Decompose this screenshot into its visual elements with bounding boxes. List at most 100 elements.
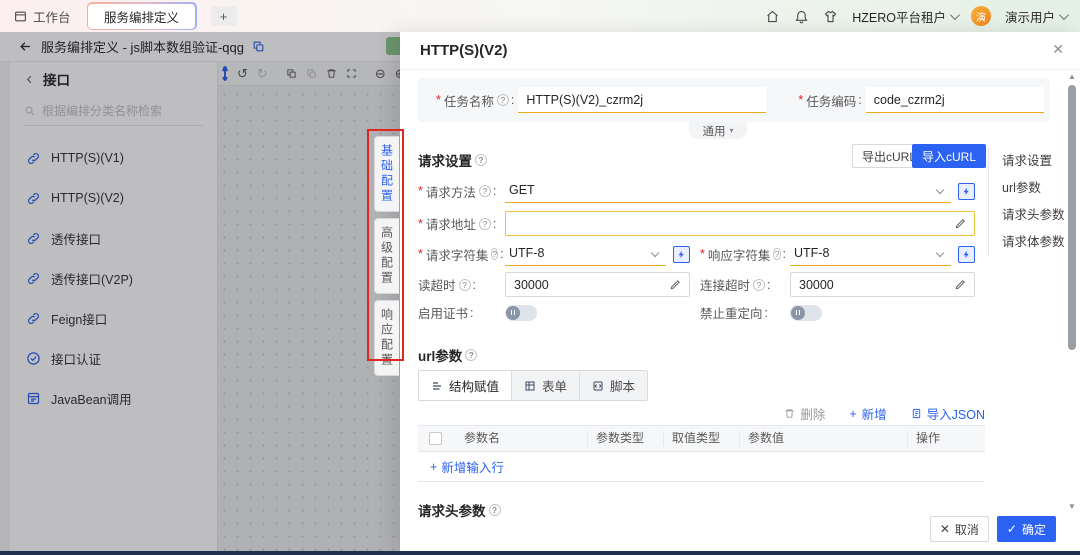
add-input-row-button[interactable]: + 新增输入行 (418, 452, 985, 482)
tab-service-orchestration[interactable]: 服务编排定义 (86, 2, 197, 30)
tenant-switcher[interactable]: HZERO平台租户 (852, 7, 960, 26)
connect-timeout-label: 连接超时? (700, 275, 790, 294)
disable-redirect-toggle[interactable] (790, 304, 822, 321)
new-tab-button[interactable]: + (210, 6, 237, 26)
request-address-input[interactable] (505, 211, 975, 236)
chevron-down-icon (1058, 9, 1069, 20)
section-anchor-nav: 请求设置 url参数 请求头参数 请求体参数 (988, 148, 1065, 256)
task-code-input[interactable]: code_czrm2j (865, 87, 1044, 113)
confirm-button[interactable]: ✓ 确定 (996, 516, 1056, 542)
url-params-tabgroup: 结构赋值 表单 脚本 (418, 370, 649, 401)
help-icon[interactable]: ? (488, 504, 501, 516)
anchor-body-params[interactable]: 请求体参数 (1002, 229, 1065, 256)
home-icon[interactable] (765, 9, 780, 24)
help-icon[interactable]: ? (475, 154, 487, 166)
toggle-knob-icon (506, 305, 520, 320)
user-menu[interactable]: 演示用户 (1005, 7, 1069, 26)
read-timeout-label: 读超时? (418, 275, 505, 294)
script-icon (592, 380, 604, 392)
help-icon[interactable]: ? (753, 278, 766, 291)
task-name-label: * 任务名称 ? (436, 91, 518, 110)
chevron-down-icon (949, 9, 960, 20)
col-value-type: 取值类型 (664, 431, 740, 446)
drawer-title: HTTP(S)(V2) (420, 42, 508, 59)
request-charset-select[interactable]: UTF-8 (505, 242, 666, 266)
col-param-value: 参数值 (740, 431, 908, 446)
formula-binding-icon[interactable] (958, 245, 975, 263)
request-settings-title: 请求设置 ? (418, 150, 487, 170)
tab-workbench[interactable]: 工作台 (14, 7, 71, 26)
help-icon[interactable]: ? (478, 185, 491, 197)
help-icon[interactable]: ? (458, 278, 471, 291)
notification-bell-icon[interactable] (794, 9, 809, 24)
structure-list-icon (431, 380, 443, 392)
scrollbar-thumb[interactable] (1068, 85, 1076, 350)
task-config-drawer: HTTP(S)(V2) ✕ * 任务名称 ? HTTP(S)(V2)_czrm2… (400, 32, 1080, 551)
import-curl-button[interactable]: 导入cURL (912, 144, 987, 168)
table-header-row: 参数名 参数类型 取值类型 参数值 操作 (418, 425, 985, 452)
top-tab-bar: 工作台 服务编排定义 + HZERO平台租户 演 演示用户 (0, 0, 1080, 32)
edit-pencil-icon (955, 218, 966, 229)
tab-script[interactable]: 脚本 (579, 371, 647, 400)
plus-icon: + (849, 406, 857, 421)
col-actions: 操作 (916, 431, 941, 445)
scroll-up-icon[interactable]: ▲ (1067, 72, 1077, 82)
request-method-select[interactable]: GET (505, 179, 951, 203)
enable-cert-toggle[interactable] (505, 304, 537, 321)
anchor-request-settings[interactable]: 请求设置 (1002, 148, 1065, 175)
import-json-button[interactable]: 导入JSON (911, 404, 985, 423)
toggle-knob-icon (791, 305, 805, 320)
col-param-type: 参数类型 (588, 431, 664, 446)
chevron-down-icon (935, 185, 945, 195)
required-marker: * (436, 93, 441, 107)
response-charset-select[interactable]: UTF-8 (790, 242, 951, 266)
import-icon (912, 408, 920, 419)
delete-rows-button[interactable]: 删除 (784, 404, 825, 423)
plus-icon: + (430, 459, 438, 474)
edit-pencil-icon (670, 279, 681, 290)
help-icon[interactable]: ? (478, 217, 491, 230)
chevron-down-icon (935, 248, 945, 258)
tab-structure-assign[interactable]: 结构赋值 (419, 371, 512, 400)
table-grid-icon (524, 380, 536, 392)
check-icon: ✓ (1006, 522, 1017, 536)
formula-binding-icon[interactable] (673, 245, 690, 263)
drawer-scrollbar[interactable]: ▲ ▼ (1067, 72, 1077, 512)
formula-binding-icon[interactable] (958, 182, 975, 200)
close-icon[interactable]: ✕ (1052, 42, 1064, 56)
trash-icon (785, 409, 794, 418)
required-marker: * (798, 93, 804, 107)
general-collapse-toggle[interactable]: 通用 ▾ (689, 122, 747, 139)
read-timeout-input[interactable]: 30000 (505, 272, 690, 297)
avatar[interactable]: 演 (970, 6, 991, 26)
connect-timeout-input[interactable]: 30000 (790, 272, 975, 297)
col-param-name: 参数名 (456, 431, 588, 446)
triangle-down-icon: ▾ (729, 125, 734, 135)
edit-pencil-icon (955, 279, 966, 290)
anchor-header-params[interactable]: 请求头参数 (1002, 202, 1065, 229)
scroll-down-icon[interactable]: ▼ (1067, 502, 1077, 512)
url-params-actions: 删除 + 新增 导入JSON (418, 404, 985, 423)
help-icon[interactable]: ? (465, 349, 478, 361)
help-icon[interactable]: ? (773, 248, 781, 260)
task-code-label: * 任务编码 (798, 91, 865, 110)
tab-workbench-label: 工作台 (33, 10, 71, 25)
x-icon: ✕ (939, 522, 950, 536)
add-row-button[interactable]: + 新增 (849, 404, 886, 423)
workbench-icon (14, 10, 27, 23)
chevron-down-icon (650, 248, 660, 258)
help-icon[interactable]: ? (491, 248, 499, 260)
request-charset-label: * 请求字符集? (418, 245, 505, 264)
cancel-button[interactable]: ✕ 取消 (929, 516, 989, 542)
tab-form[interactable]: 表单 (511, 371, 579, 400)
help-icon[interactable]: ? (496, 94, 509, 106)
header-params-title: 请求头参数 ? (418, 500, 501, 520)
theme-skin-icon[interactable] (823, 9, 838, 24)
task-name-input[interactable]: HTTP(S)(V2)_czrm2j (518, 87, 767, 113)
anchor-url-params[interactable]: url参数 (1002, 175, 1065, 202)
select-all-checkbox[interactable] (429, 432, 442, 445)
response-charset-label: * 响应字符集? (700, 245, 790, 264)
modal-mask[interactable] (0, 32, 400, 551)
annotation-red-box (367, 129, 404, 361)
basic-fields-panel: * 任务名称 ? HTTP(S)(V2)_czrm2j * 任务编码 code_… (418, 78, 1050, 122)
